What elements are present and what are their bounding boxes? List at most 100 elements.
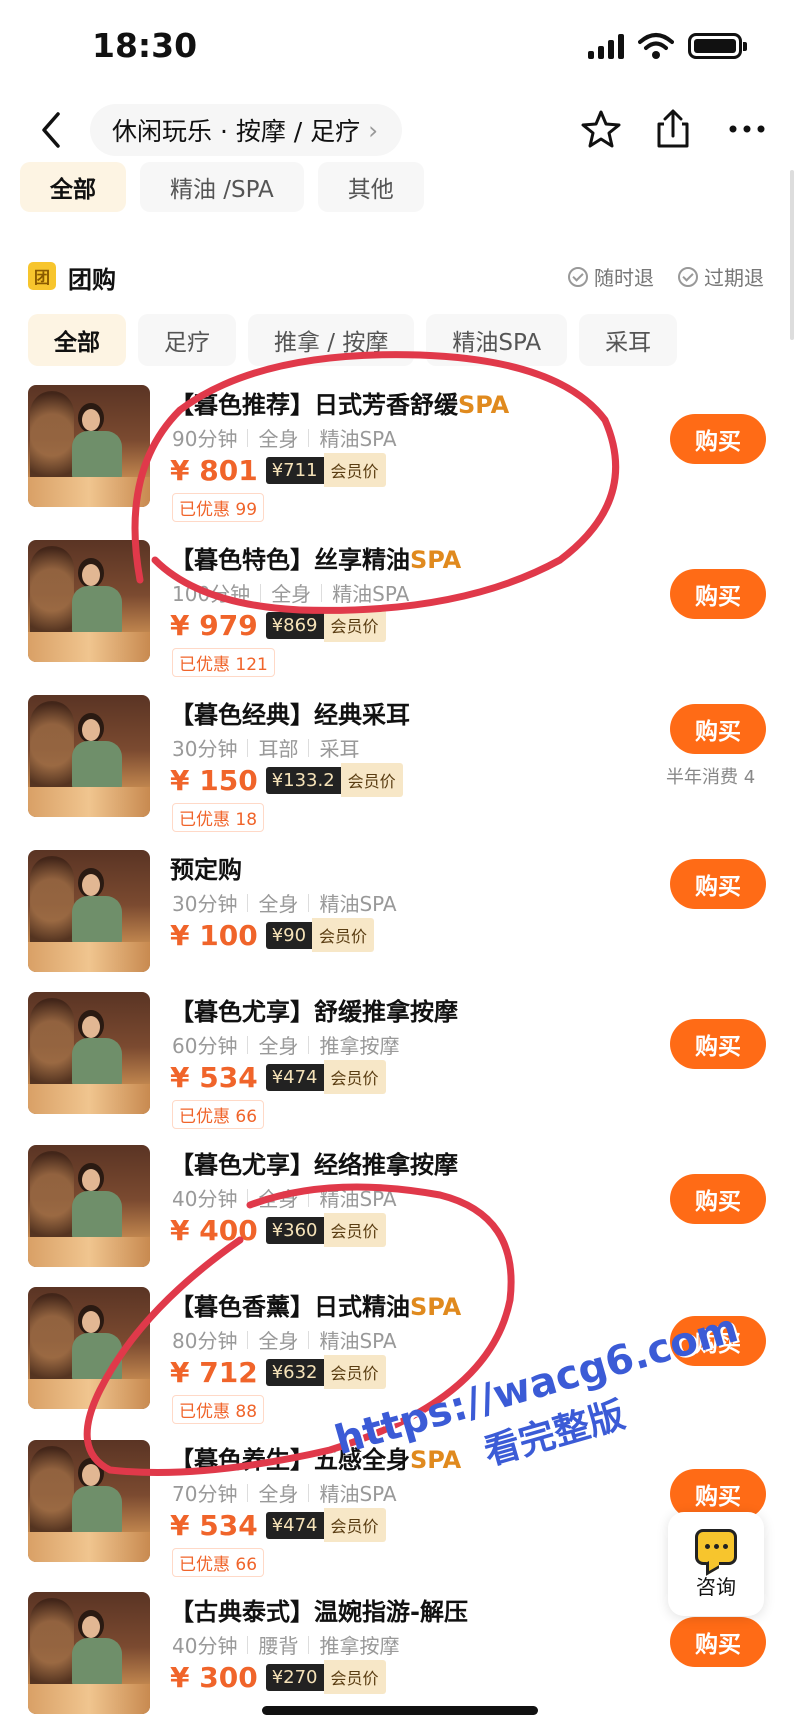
deal-title-text: 【暮色特色】丝享精油 (170, 546, 410, 574)
deal-price: ¥ 712 (170, 1355, 258, 1389)
member-price-tag: 会员价 (323, 453, 386, 487)
deal-thumbnail[interactable] (28, 992, 150, 1114)
member-price: ¥360 (265, 1216, 324, 1244)
price-row: ¥ 300 ¥270 会员价 (170, 1660, 386, 1694)
deal-thumbnail[interactable] (28, 695, 150, 817)
deal-title: 【古典泰式】温婉指游-解压 (170, 1592, 468, 1627)
price-row: ¥ 150 ¥133.2 会员价 (170, 763, 403, 797)
deal-item[interactable]: 预定购 30分钟 全身 精油SPA ¥ 100 ¥90 会员价 购买 (0, 850, 800, 990)
buy-button[interactable]: 购买 (670, 1019, 766, 1069)
deal-kind: 精油SPA (319, 427, 397, 451)
sub-tab-foot[interactable]: 足疗 (138, 314, 236, 366)
deal-item[interactable]: 【暮色经典】经典采耳 30分钟 耳部 采耳 ¥ 150 ¥133.2 会员价 已… (0, 695, 800, 835)
member-price: ¥632 (265, 1358, 324, 1386)
status-time: 18:30 (92, 26, 198, 65)
sub-tab-oil-spa[interactable]: 精油SPA (426, 314, 568, 366)
buy-button[interactable]: 购买 (670, 1174, 766, 1224)
deal-title-text: 【暮色经典】经典采耳 (170, 701, 410, 729)
member-price-tag: 会员价 (323, 608, 386, 642)
deal-thumbnail[interactable] (28, 385, 150, 507)
deal-price: ¥ 150 (170, 763, 258, 797)
share-icon[interactable] (650, 106, 696, 152)
deal-thumbnail[interactable] (28, 1145, 150, 1267)
deal-thumbnail[interactable] (28, 1440, 150, 1562)
nav-bar: 休闲玩乐 · 按摩 / 足疗 › (0, 98, 800, 162)
discount-badge: 已优惠 121 (172, 648, 275, 677)
price-row: ¥ 534 ¥474 会员价 (170, 1508, 386, 1542)
star-icon[interactable] (578, 106, 624, 152)
discount-badge: 已优惠 66 (172, 1100, 265, 1129)
deal-title: 【暮色特色】丝享精油SPA (170, 540, 461, 575)
sub-tab-massage[interactable]: 推拿 / 按摩 (248, 314, 415, 366)
sub-tab-all[interactable]: 全部 (28, 314, 126, 366)
buy-button[interactable]: 购买 (670, 704, 766, 754)
group-buy-icon: 团 (28, 262, 56, 290)
buy-button[interactable]: 购买 (670, 859, 766, 909)
category-tab-all[interactable]: 全部 (20, 162, 126, 212)
member-price: ¥133.2 (265, 766, 341, 794)
category-tabs: 全部 精油 /SPA 其他 (20, 162, 424, 212)
deal-title-spa: SPA (458, 391, 510, 419)
deal-price: ¥ 100 (170, 918, 258, 952)
discount-badge: 已优惠 66 (172, 1548, 265, 1577)
sub-tab-ear[interactable]: 采耳 (579, 314, 678, 366)
deal-duration: 70分钟 (172, 1482, 238, 1506)
deal-title: 【暮色推荐】日式芳香舒缓SPA (170, 385, 509, 420)
deal-item[interactable]: 【暮色推荐】日式芳香舒缓SPA 90分钟 全身 精油SPA ¥ 801 ¥711… (0, 385, 800, 525)
deal-title-text: 【暮色香薰】日式精油 (170, 1293, 410, 1321)
deal-duration: 30分钟 (172, 737, 238, 761)
deal-thumbnail[interactable] (28, 850, 150, 972)
member-price: ¥90 (265, 921, 313, 949)
discount-badge: 已优惠 18 (172, 803, 265, 832)
member-price-tag: 会员价 (312, 918, 375, 952)
deal-price: ¥ 801 (170, 453, 258, 487)
deal-thumbnail[interactable] (28, 1592, 150, 1714)
deal-price: ¥ 534 (170, 1508, 258, 1542)
deal-thumbnail[interactable] (28, 540, 150, 662)
deal-meta: 100分钟 全身 精油SPA (172, 578, 409, 607)
deal-area: 全身 (258, 1187, 299, 1211)
chevron-right-icon: › (368, 115, 379, 145)
back-arrow-icon[interactable] (30, 104, 74, 156)
deal-title-text: 【暮色推荐】日式芳香舒缓 (170, 391, 458, 419)
deal-title-text: 预定购 (170, 856, 242, 884)
member-price-tag: 会员价 (323, 1355, 386, 1389)
deal-title: 【暮色经典】经典采耳 (170, 695, 410, 730)
deal-thumbnail[interactable] (28, 1287, 150, 1409)
member-price: ¥474 (265, 1511, 324, 1539)
member-price-tag: 会员价 (340, 763, 403, 797)
group-buy-title: 团购 (68, 266, 116, 294)
chat-bubble-icon (695, 1528, 737, 1565)
deal-meta: 30分钟 耳部 采耳 (172, 733, 359, 762)
deal-area: 全身 (271, 582, 312, 606)
category-tab-oil-spa[interactable]: 精油 /SPA (140, 162, 304, 212)
deal-area: 全身 (258, 1034, 299, 1058)
deal-item[interactable]: 【暮色特色】丝享精油SPA 100分钟 全身 精油SPA ¥ 979 ¥869 … (0, 540, 800, 680)
more-icon[interactable] (724, 106, 770, 152)
policy-label: 随时退 (594, 266, 654, 290)
deal-area: 全身 (258, 1482, 299, 1506)
deal-item[interactable]: 【暮色尤享】经络推拿按摩 40分钟 全身 精油SPA ¥ 400 ¥360 会员… (0, 1145, 800, 1285)
price-row: ¥ 801 ¥711 会员价 (170, 453, 386, 487)
discount-badge: 已优惠 88 (172, 1395, 265, 1424)
deal-title-spa: SPA (410, 1293, 462, 1321)
policy-refund-anytime: 随时退 (568, 262, 654, 291)
consult-button[interactable]: 咨询 (668, 1512, 764, 1616)
deal-item[interactable]: 【暮色尤享】舒缓推拿按摩 60分钟 全身 推拿按摩 ¥ 534 ¥474 会员价… (0, 992, 800, 1132)
deal-kind: 推拿按摩 (319, 1034, 400, 1058)
wifi-icon (638, 33, 674, 59)
deal-kind: 推拿按摩 (319, 1634, 400, 1658)
deal-title: 【暮色尤享】舒缓推拿按摩 (170, 992, 458, 1027)
buy-button[interactable]: 购买 (670, 414, 766, 464)
deal-meta: 40分钟 腰背 推拿按摩 (172, 1630, 399, 1659)
deal-title-text: 【暮色尤享】经络推拿按摩 (170, 1151, 458, 1179)
breadcrumb[interactable]: 休闲玩乐 · 按摩 / 足疗 › (90, 104, 403, 156)
buy-button[interactable]: 购买 (670, 1617, 766, 1667)
scrollbar[interactable] (790, 170, 794, 340)
deal-title-spa: SPA (410, 546, 462, 574)
deal-price: ¥ 534 (170, 1060, 258, 1094)
buy-button[interactable]: 购买 (670, 569, 766, 619)
price-row: ¥ 712 ¥632 会员价 (170, 1355, 386, 1389)
category-tab-other[interactable]: 其他 (317, 162, 424, 212)
status-icons (588, 32, 747, 60)
